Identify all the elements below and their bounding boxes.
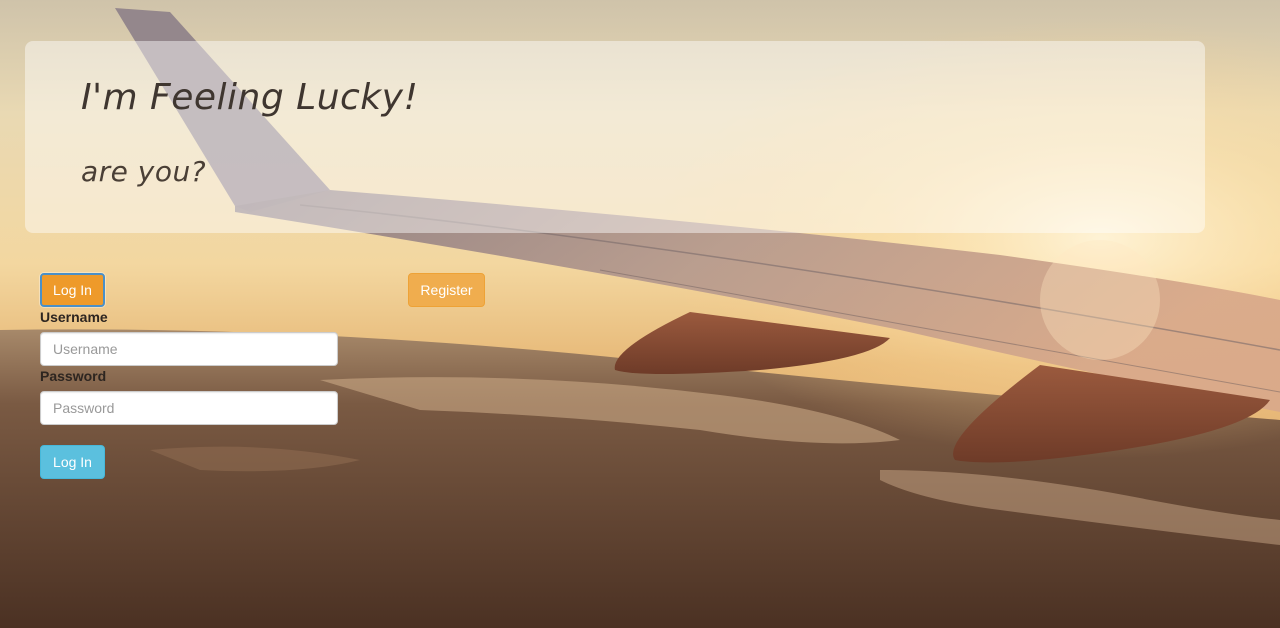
hero-jumbotron: I'm Feeling Lucky! are you? <box>25 41 1205 233</box>
page-stage: I'm Feeling Lucky! are you? Log In Regis… <box>0 0 1280 628</box>
password-input[interactable] <box>40 391 338 425</box>
hero-title: I'm Feeling Lucky! <box>81 77 419 118</box>
username-input[interactable] <box>40 332 338 366</box>
login-submit-button[interactable]: Log In <box>40 445 105 479</box>
login-tab-button[interactable]: Log In <box>40 273 105 307</box>
username-label: Username <box>40 309 108 325</box>
password-label: Password <box>40 368 107 384</box>
hero-subtitle: are you? <box>81 155 207 188</box>
register-tab-button[interactable]: Register <box>408 273 485 307</box>
